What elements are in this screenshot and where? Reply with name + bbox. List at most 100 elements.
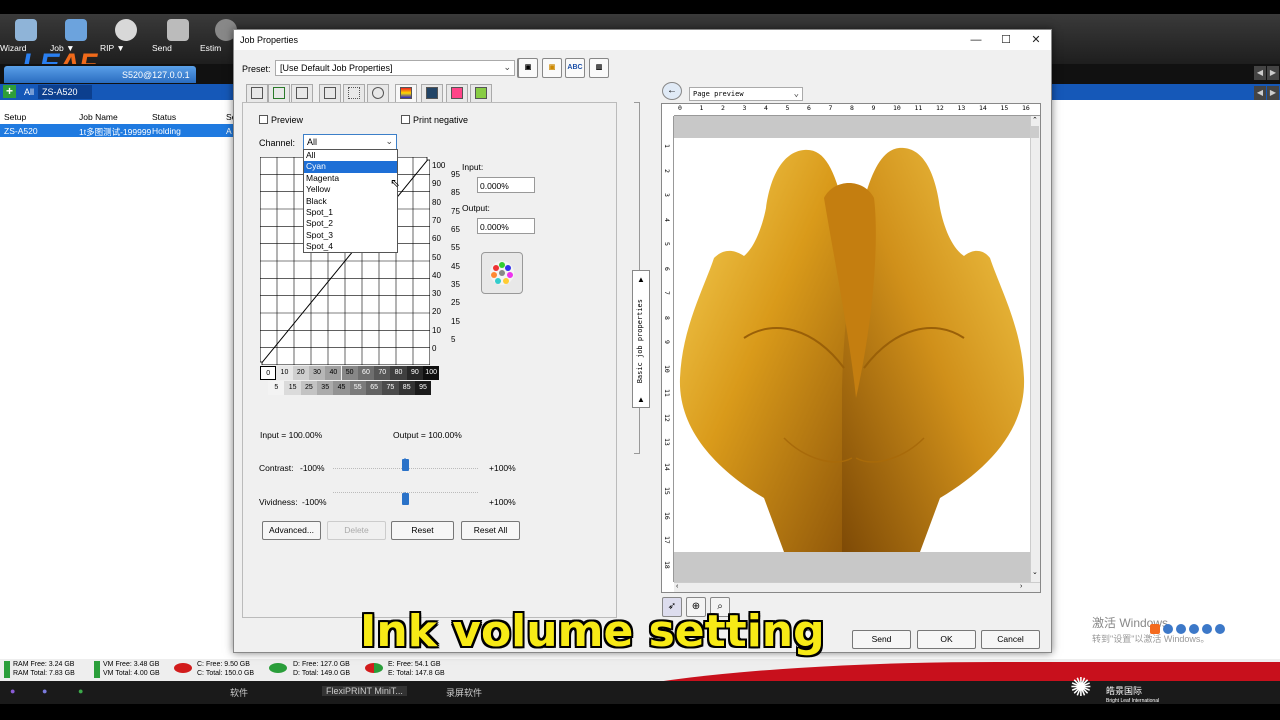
queue-right-icon[interactable]: ▶	[1267, 86, 1279, 100]
print-negative-checkbox-box[interactable]	[401, 115, 410, 124]
sogou-icon[interactable]	[1150, 624, 1160, 634]
cancel-button[interactable]: Cancel	[981, 630, 1040, 649]
preview-vertical-scrollbar[interactable]: ⌃ ⌄	[1030, 116, 1040, 582]
scroll-thumb[interactable]	[1031, 126, 1039, 138]
tab-layout[interactable]	[268, 84, 290, 102]
rip-button[interactable]: RIP ▼	[100, 16, 152, 62]
reset-button[interactable]: Reset	[391, 521, 454, 540]
reset-all-button[interactable]: Reset All	[461, 521, 520, 540]
grey-level-cell[interactable]: 45	[333, 381, 350, 395]
curve-start-point[interactable]	[260, 361, 263, 365]
channel-option[interactable]: Spot_3	[304, 230, 397, 241]
curve-end-point[interactable]	[426, 157, 430, 161]
input-field[interactable]: 0.000%	[477, 177, 535, 193]
taskbar-item-flexiprint[interactable]: FlexiPRINT MiniT...	[322, 686, 407, 696]
channel-option[interactable]: Spot_4	[304, 241, 397, 252]
connection-tab[interactable]: S520@127.0.0.1	[4, 66, 196, 83]
table-row[interactable]: ZS-A520 1t多图测试-199999 Holding A	[0, 124, 240, 137]
ink-limit-icon[interactable]	[481, 252, 523, 294]
vividness-slider-thumb[interactable]	[402, 492, 409, 505]
grey-level-cell[interactable]: 100	[423, 366, 440, 380]
print-negative-checkbox[interactable]: Print negative	[401, 115, 468, 125]
tab-effects[interactable]	[470, 84, 492, 102]
ime-icon[interactable]	[1163, 624, 1173, 634]
save-preset-icon[interactable]: ▣	[518, 58, 538, 78]
grey-level-cell[interactable]: 15	[284, 381, 301, 395]
preset-select[interactable]: [Use Default Job Properties] ⌄	[275, 60, 515, 76]
send-button[interactable]: Send	[852, 630, 911, 649]
grey-level-cell[interactable]: 20	[292, 366, 309, 380]
channel-option[interactable]: All	[304, 150, 397, 161]
emoji-icon[interactable]	[1176, 624, 1186, 634]
grey-level-cell[interactable]: 25	[300, 381, 318, 395]
grey-level-cell[interactable]: 10	[276, 366, 293, 380]
taskbar-item-folder[interactable]: 软件	[230, 686, 248, 699]
grey-level-cell[interactable]: 70	[374, 366, 391, 380]
add-queue-button[interactable]: +	[3, 85, 16, 98]
maximize-icon[interactable]: ☐	[991, 32, 1021, 48]
grey-level-cell[interactable]: 75	[382, 381, 399, 395]
delete-button[interactable]: Delete	[327, 521, 386, 540]
collapse-up-icon[interactable]: ▲	[637, 275, 645, 284]
scroll-left-icon[interactable]: ‹	[676, 583, 678, 590]
mic-icon[interactable]	[1189, 624, 1199, 634]
grey-level-cell[interactable]: 0	[260, 366, 277, 380]
tab-media[interactable]	[421, 84, 443, 102]
settings-icon[interactable]	[1215, 624, 1225, 634]
ok-button[interactable]: OK	[917, 630, 976, 649]
queue-left-icon[interactable]: ◀	[1254, 86, 1266, 100]
app-icon[interactable]: ●	[42, 686, 47, 696]
tab-grid[interactable]	[343, 84, 365, 102]
nav-right-icon[interactable]: ▶	[1267, 66, 1279, 80]
keyboard-icon[interactable]	[1202, 624, 1212, 634]
wechat-icon[interactable]: ●	[78, 686, 83, 696]
send-toolbar-button[interactable]: Send	[152, 16, 204, 62]
scroll-down-icon[interactable]: ⌄	[1032, 568, 1038, 576]
printer-filter[interactable]: ZS-A520 ▼	[38, 85, 92, 107]
all-filter[interactable]: All	[24, 87, 34, 97]
grey-level-cell[interactable]: 55	[349, 381, 366, 395]
scroll-up-icon[interactable]: ⌃	[1032, 116, 1038, 124]
channel-option[interactable]: Cyan	[304, 161, 397, 173]
grey-level-cell[interactable]: 50	[341, 366, 358, 380]
advanced-button[interactable]: Advanced...	[262, 521, 321, 540]
channel-option[interactable]: Spot_2	[304, 218, 397, 229]
channel-option[interactable]: Yellow	[304, 184, 397, 195]
basic-job-properties-tab[interactable]: ▲ Basic job properties ▲	[632, 270, 650, 408]
grey-level-cell[interactable]: 85	[398, 381, 415, 395]
col-status[interactable]: Status	[152, 112, 176, 122]
dialog-titlebar[interactable]: Job Properties — ☐ ✕	[234, 30, 1051, 50]
channel-option[interactable]: Black	[304, 196, 397, 207]
tab-copies[interactable]	[291, 84, 313, 102]
contrast-slider-thumb[interactable]	[402, 458, 409, 471]
preview-horizontal-scrollbar[interactable]: ‹ ›	[674, 582, 1040, 592]
save-as-preset-icon[interactable]: ▣	[542, 58, 562, 78]
tab-printer[interactable]	[319, 84, 341, 102]
channel-option[interactable]: Spot_1	[304, 207, 397, 218]
tab-color[interactable]	[367, 84, 389, 102]
scroll-right-icon[interactable]: ›	[1020, 583, 1022, 590]
tab-page[interactable]	[246, 84, 268, 102]
nav-left-icon[interactable]: ◀	[1254, 66, 1266, 80]
grey-level-cell[interactable]: 65	[365, 381, 383, 395]
channel-select[interactable]: All ⌄	[303, 134, 397, 150]
grey-level-cell[interactable]: 95	[414, 381, 432, 395]
preview-checkbox[interactable]: Preview	[259, 115, 303, 125]
abc-button[interactable]: ABC	[565, 58, 585, 78]
page-preview-select[interactable]: Page preview ⌄	[689, 87, 803, 101]
preview-image-golden-hands[interactable]	[674, 138, 1030, 552]
start-icon[interactable]: ●	[10, 686, 15, 696]
close-icon[interactable]: ✕	[1021, 32, 1051, 48]
col-setup[interactable]: Setup	[4, 112, 26, 122]
tab-spot[interactable]	[446, 84, 468, 102]
collapse-down-icon[interactable]: ▲	[637, 395, 645, 404]
output-field[interactable]: 0.000%	[477, 218, 535, 234]
grey-level-cell[interactable]: 5	[268, 381, 285, 395]
minimize-icon[interactable]: —	[961, 32, 991, 48]
grey-level-cell[interactable]: 40	[325, 366, 342, 380]
back-arrow-icon[interactable]: ←	[662, 82, 682, 100]
channel-option[interactable]: Magenta	[304, 173, 397, 184]
grey-level-cell[interactable]: 30	[308, 366, 326, 380]
preview-checkbox-box[interactable]	[259, 115, 268, 124]
grey-level-cell[interactable]: 35	[317, 381, 334, 395]
